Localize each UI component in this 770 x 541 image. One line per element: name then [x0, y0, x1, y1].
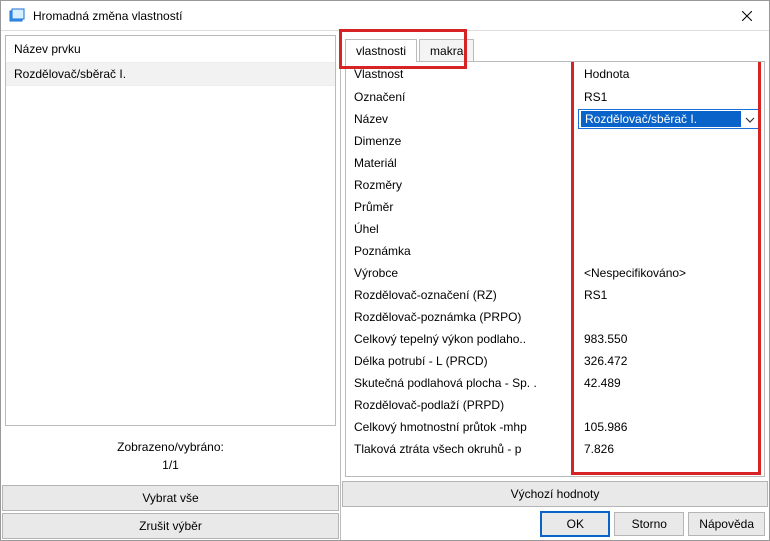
column-header-property: Vlastnost: [346, 62, 576, 86]
property-value[interactable]: [576, 240, 764, 262]
selection-status: Zobrazeno/vybráno: 1/1: [1, 430, 340, 484]
properties-tabpage: Vlastnost Hodnota OznačeníRS1NázevRozděl…: [345, 61, 765, 477]
window-title: Hromadná změna vlastností: [33, 9, 724, 23]
left-panel: Název prvku Rozdělovač/sběrač I. Zobraze…: [1, 31, 341, 540]
property-name: Označení: [346, 86, 576, 108]
dialog-body: Název prvku Rozdělovač/sběrač I. Zobraze…: [1, 31, 769, 540]
property-value[interactable]: 105.986: [576, 416, 764, 438]
property-value[interactable]: <Nespecifikováno>: [576, 262, 764, 284]
property-name: Název: [346, 108, 576, 130]
property-name: Poznámka: [346, 240, 576, 262]
select-all-button[interactable]: Vybrat vše: [2, 485, 339, 511]
property-value[interactable]: Rozdělovač/sběrač I.: [576, 108, 764, 130]
app-icon: [9, 8, 25, 24]
property-name: Materiál: [346, 152, 576, 174]
cancel-button[interactable]: Storno: [614, 512, 684, 536]
property-name: Rozdělovač-podlaží (PRPD): [346, 394, 576, 416]
property-name: Výrobce: [346, 262, 576, 284]
property-name: Rozdělovač-poznámka (PRPO): [346, 306, 576, 328]
right-panel: vlastnosti makra Vlastnost Hodnota Označ…: [341, 31, 769, 540]
element-list-header: Název prvku: [6, 36, 335, 63]
property-value[interactable]: 7.826: [576, 438, 764, 460]
help-button[interactable]: Nápověda: [688, 512, 765, 536]
selection-status-count: 1/1: [1, 454, 340, 480]
property-name: Celkový hmotnostní průtok -mhp: [346, 416, 576, 438]
element-list[interactable]: Rozdělovač/sběrač I.: [6, 63, 335, 425]
tabs-container: vlastnosti makra: [345, 35, 765, 61]
close-button[interactable]: [724, 1, 769, 31]
default-values-button[interactable]: Výchozí hodnoty: [342, 481, 768, 507]
property-value[interactable]: [576, 174, 764, 196]
property-name: Dimenze: [346, 130, 576, 152]
dialog-window: Hromadná změna vlastností Název prvku Ro…: [0, 0, 770, 541]
property-name: Úhel: [346, 218, 576, 240]
tab-macros[interactable]: makra: [419, 39, 474, 62]
tab-properties[interactable]: vlastnosti: [345, 39, 417, 62]
property-value[interactable]: [576, 306, 764, 328]
column-header-value: Hodnota: [576, 62, 764, 86]
property-value[interactable]: RS1: [576, 86, 764, 108]
property-name: Rozměry: [346, 174, 576, 196]
property-value[interactable]: [576, 130, 764, 152]
ok-button[interactable]: OK: [540, 511, 610, 537]
chevron-down-icon[interactable]: [741, 111, 759, 127]
property-value[interactable]: [576, 218, 764, 240]
property-value[interactable]: 983.550: [576, 328, 764, 350]
dialog-footer: OK Storno Nápověda: [341, 508, 769, 540]
selection-status-label: Zobrazeno/vybráno:: [1, 440, 340, 454]
property-name: Skutečná podlahová plocha - Sp. .: [346, 372, 576, 394]
property-name: Průměr: [346, 196, 576, 218]
element-list-panel: Název prvku Rozdělovač/sběrač I.: [5, 35, 336, 426]
value-combobox[interactable]: Rozdělovač/sběrač I.: [578, 109, 760, 129]
property-value[interactable]: [576, 196, 764, 218]
properties-grid[interactable]: Vlastnost Hodnota OznačeníRS1NázevRozděl…: [346, 62, 764, 476]
property-name: Celkový tepelný výkon podlaho..: [346, 328, 576, 350]
property-name: Tlaková ztráta všech okruhů - p: [346, 438, 576, 460]
property-value[interactable]: RS1: [576, 284, 764, 306]
property-value[interactable]: [576, 152, 764, 174]
combobox-selected: Rozdělovač/sběrač I.: [581, 111, 741, 127]
tabs: vlastnosti makra: [345, 35, 765, 61]
property-name: Délka potrubí - L (PRCD): [346, 350, 576, 372]
property-value[interactable]: 42.489: [576, 372, 764, 394]
list-item[interactable]: Rozdělovač/sběrač I.: [6, 63, 335, 86]
property-value[interactable]: [576, 394, 764, 416]
property-name: Rozdělovač-označení (RZ): [346, 284, 576, 306]
property-value[interactable]: 326.472: [576, 350, 764, 372]
clear-selection-button[interactable]: Zrušit výběr: [2, 513, 339, 539]
titlebar: Hromadná změna vlastností: [1, 1, 769, 31]
